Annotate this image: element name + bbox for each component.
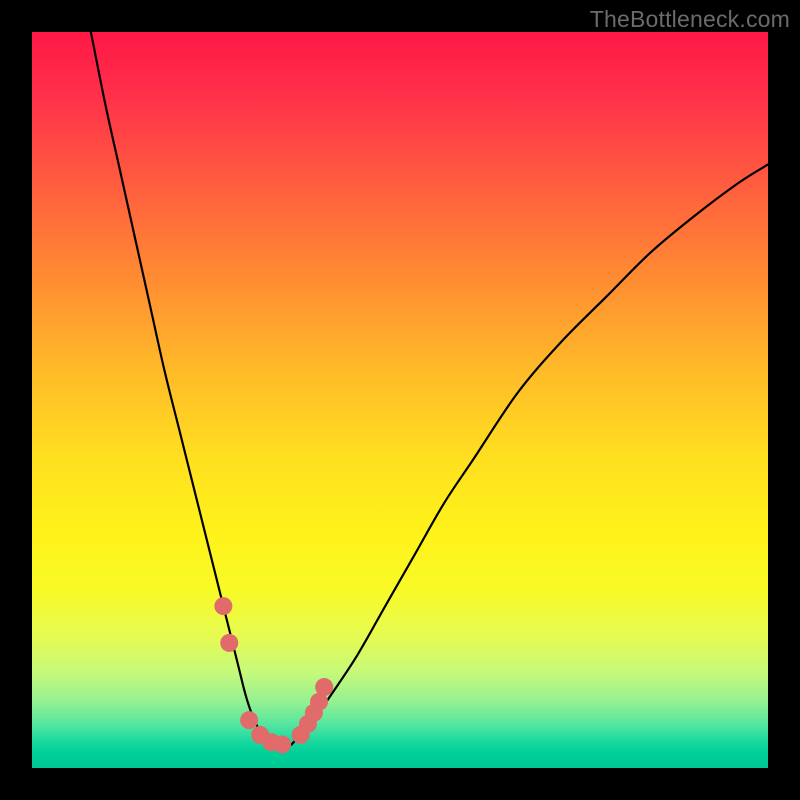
- highlight-marker: [214, 597, 232, 615]
- highlight-marker: [273, 735, 291, 753]
- highlight-marker: [240, 711, 258, 729]
- marker-group: [214, 597, 333, 753]
- plot-area: [32, 32, 768, 768]
- chart-frame: TheBottleneck.com: [0, 0, 800, 800]
- curve-layer: [32, 32, 768, 768]
- bottleneck-curve: [91, 32, 768, 746]
- highlight-marker: [220, 634, 238, 652]
- highlight-marker: [315, 678, 333, 696]
- watermark-text: TheBottleneck.com: [590, 6, 790, 33]
